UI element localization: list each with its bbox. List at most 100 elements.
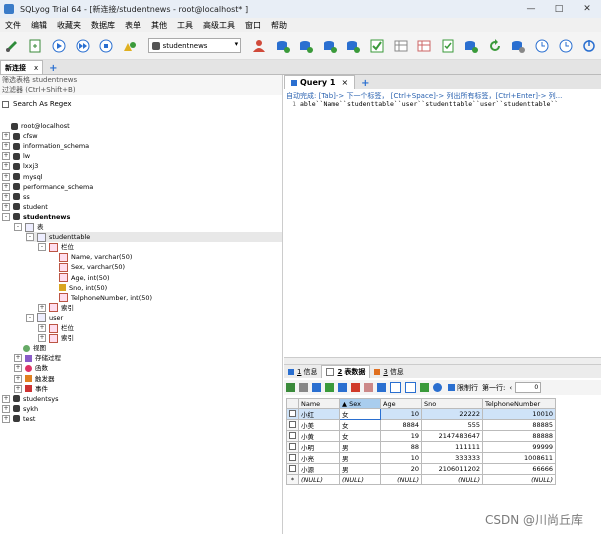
table-row[interactable]: 小源男 20 2106011202 66666	[286, 463, 556, 475]
table-cell[interactable]: 男	[339, 441, 381, 453]
tree-node[interactable]: - 栏位	[38, 242, 74, 252]
expand-icon[interactable]: +	[2, 172, 10, 181]
table-cell[interactable]: 111111	[421, 441, 483, 453]
table-cell[interactable]: 小红	[298, 408, 340, 420]
table-row[interactable]: 小明男 88 111111 99999	[286, 441, 556, 453]
tree-node[interactable]: - studenttable	[26, 232, 282, 243]
tree-node[interactable]: Sex, varchar(50)	[50, 262, 125, 272]
row-checkbox[interactable]	[286, 463, 299, 475]
table-cell[interactable]: 2147483647	[421, 430, 483, 442]
tree-node[interactable]: + cfsw	[2, 131, 38, 141]
null-cell[interactable]: (NULL)	[298, 474, 340, 485]
tree-node[interactable]: + sykh	[2, 404, 38, 414]
stop-icon[interactable]	[98, 38, 114, 54]
refresh-icon[interactable]	[487, 38, 503, 54]
row-checkbox[interactable]	[286, 408, 299, 420]
expand-icon[interactable]: +	[2, 182, 10, 191]
grid-mode-icon[interactable]	[286, 383, 295, 392]
table-cell[interactable]: 小亮	[298, 452, 340, 464]
cancel-icon[interactable]	[364, 383, 373, 392]
search-regex-option[interactable]: Search As Regex	[0, 99, 282, 109]
save-icon[interactable]	[338, 383, 347, 392]
panel-splitter[interactable]	[284, 357, 601, 365]
close-icon[interactable]: ×	[341, 78, 348, 87]
table-cell[interactable]: 1008611	[482, 452, 556, 464]
tab-info[interactable]: 3 信息	[370, 366, 407, 378]
table-cell[interactable]: 女	[339, 430, 381, 442]
tree-node[interactable]: + mysql	[2, 172, 43, 182]
table-cell[interactable]: 22222	[421, 408, 483, 420]
expand-icon[interactable]: +	[14, 364, 22, 373]
new-connection-icon[interactable]	[4, 38, 20, 54]
filter-input[interactable]: 过滤器 (Ctrl+Shift+B)	[0, 85, 282, 95]
tree-node[interactable]: - studentnews	[2, 212, 70, 222]
restore-icon[interactable]	[298, 38, 314, 54]
tree-node[interactable]: + ss	[2, 192, 30, 202]
expand-icon[interactable]: +	[2, 132, 10, 141]
menu-window[interactable]: 窗口	[240, 20, 266, 31]
menu-form[interactable]: 表单	[120, 20, 146, 31]
table-cell[interactable]: 女	[339, 408, 381, 420]
refresh-icon[interactable]	[433, 383, 442, 392]
column-header-sno[interactable]: Sno	[421, 398, 483, 409]
table-cell[interactable]: 小明	[298, 441, 340, 453]
expand-icon[interactable]: +	[14, 384, 22, 393]
expand-icon[interactable]: +	[2, 394, 10, 403]
table-cell[interactable]: 小美	[298, 419, 340, 431]
menu-edit[interactable]: 编辑	[26, 20, 52, 31]
check-icon[interactable]	[440, 38, 456, 54]
table-row[interactable]: 小美女 8884 555 88885	[286, 419, 556, 431]
export-icon[interactable]	[393, 38, 409, 54]
search-regex-checkbox[interactable]	[2, 100, 9, 108]
expand-icon[interactable]: +	[2, 142, 10, 151]
menu-advanced-tools[interactable]: 高级工具	[198, 20, 240, 31]
tree-node[interactable]: + 函数	[14, 363, 48, 373]
table-cell[interactable]: 66666	[482, 463, 556, 475]
table-cell[interactable]: 小黄	[298, 430, 340, 442]
new-query-icon[interactable]	[28, 38, 44, 54]
insert-row-icon[interactable]	[312, 383, 321, 392]
table-icon[interactable]	[416, 38, 432, 54]
expand-icon[interactable]: +	[14, 374, 22, 383]
minimize-button[interactable]: —	[517, 0, 545, 18]
null-cell[interactable]: (NULL)	[380, 474, 422, 485]
tree-node[interactable]: + 索引	[38, 303, 74, 313]
expand-icon[interactable]: +	[38, 324, 46, 332]
tree-node[interactable]: + 存储过程	[14, 353, 61, 363]
null-cell[interactable]: (NULL)	[421, 474, 483, 485]
tree-node[interactable]: + 事件	[14, 384, 48, 394]
tree-node[interactable]: Name, varchar(50)	[50, 252, 132, 262]
sync-icon[interactable]	[322, 38, 338, 54]
row-checkbox[interactable]	[286, 441, 299, 453]
form-view-icon[interactable]	[390, 382, 401, 393]
expand-icon[interactable]: +	[2, 152, 10, 161]
tree-node[interactable]: + 触发器	[14, 374, 55, 384]
tree-node[interactable]: + test	[2, 414, 35, 424]
table-cell[interactable]: 99999	[482, 441, 556, 453]
first-row-input[interactable]: 0	[515, 382, 542, 393]
row-checkbox[interactable]	[286, 419, 299, 431]
column-header-telphonenumber[interactable]: TelphoneNumber	[482, 398, 556, 409]
query-editor[interactable]: 1 able``Name``studenttable``user``studen…	[284, 100, 601, 110]
tree-node[interactable]: root@localhost	[2, 121, 70, 131]
table-cell[interactable]: 555	[421, 419, 483, 431]
database-select[interactable]: studentnews ▾	[147, 38, 242, 53]
tab-messages[interactable]: 1 信息	[284, 366, 321, 378]
tree-node[interactable]: + 索引	[38, 333, 74, 343]
expand-icon[interactable]: +	[2, 162, 10, 171]
expand-icon[interactable]: +	[38, 303, 46, 312]
collapse-icon[interactable]: -	[26, 233, 34, 242]
close-icon[interactable]: x	[34, 64, 38, 72]
collapse-icon[interactable]: -	[26, 313, 34, 322]
tree-node[interactable]: TelphoneNumber, int(50)	[50, 293, 152, 303]
query-text[interactable]: able``Name``studenttable``user``studentt…	[300, 100, 558, 110]
grid-view-icon[interactable]	[377, 383, 386, 392]
row-checkbox[interactable]	[286, 430, 299, 442]
expand-icon[interactable]: +	[38, 334, 46, 343]
text-view-icon[interactable]	[405, 382, 416, 393]
backup-icon[interactable]	[275, 38, 291, 54]
table-row[interactable]: 小红女 10 22222 10010	[286, 408, 556, 420]
menu-other[interactable]: 其他	[146, 20, 172, 31]
table-row[interactable]: 小黄女 19 2147483647 88888	[286, 430, 556, 442]
schema-icon[interactable]	[346, 38, 362, 54]
